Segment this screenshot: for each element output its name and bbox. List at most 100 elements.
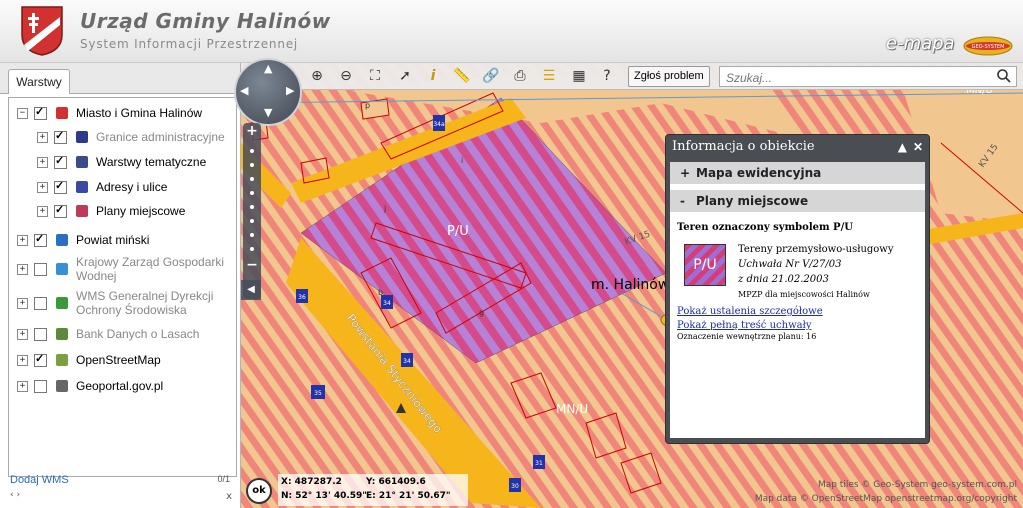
layer-row[interactable]: − Miasto i Gmina Halinów (17, 102, 226, 124)
pu-map-label: P/U (447, 224, 469, 239)
layer-checkbox[interactable] (34, 296, 47, 310)
section-mapa-ewidencyjna[interactable]: + Mapa ewidencyjna (670, 162, 925, 185)
layer-checkbox[interactable] (34, 327, 47, 341)
expand-icon[interactable]: + (17, 380, 28, 392)
coord-n: N: 52° 13' 40.59" (281, 491, 367, 501)
info-icon[interactable]: i (423, 66, 443, 86)
search-icon[interactable] (996, 68, 1012, 88)
add-wms-link[interactable]: Dodaj WMS (10, 474, 69, 486)
badge-1: 34 (383, 300, 391, 307)
layer-row[interactable]: + Adresy i ulice (37, 176, 236, 198)
geosystem-text: GEO-SYSTEM (972, 44, 1005, 50)
expand-icon[interactable]: + (37, 131, 48, 143)
layer-checkbox[interactable] (34, 105, 47, 120)
ok-button[interactable]: ok (246, 478, 272, 504)
zoom-slider[interactable]: + − (243, 123, 261, 299)
expand-icon[interactable]: + (37, 156, 48, 168)
layer-row[interactable]: + Bank Danych o Lasach (17, 323, 226, 345)
county-crest-icon (53, 231, 71, 249)
report-problem-button[interactable]: Zgłoś problem (628, 66, 710, 87)
pan-control[interactable]: ▲ ▼ ◀ ▶ (234, 58, 302, 126)
coord-e: E: 21° 21' 50.67" (366, 491, 451, 501)
expand-icon[interactable]: + (17, 234, 28, 246)
app-header: Urząd Gminy Halinów System Informacji Pr… (0, 0, 1023, 63)
layer-label: WMS Generalnej Dyrekcji Ochrony Środowis… (76, 289, 214, 317)
ruler-icon[interactable]: 📏 (452, 66, 472, 86)
pan-right-icon[interactable]: ▶ (286, 84, 294, 97)
layer-row[interactable]: + Geoportal.gov.pl (17, 375, 226, 397)
pager-label: 0/1 (217, 474, 230, 484)
expand-icon[interactable]: − (17, 107, 28, 119)
pan-up-icon[interactable]: ▲ (264, 62, 272, 75)
section-plany-miejscowe[interactable]: - Plany miejscowe (670, 190, 925, 213)
collapse-sidebar-icon[interactable]: ◀ (241, 280, 261, 300)
info-date: z dnia 21.02.2003 (738, 274, 829, 285)
zoom-minus-icon[interactable]: − (243, 257, 261, 273)
search-input[interactable] (720, 69, 982, 87)
layout-icon[interactable]: ▦ (569, 66, 589, 86)
info-resolution: Uchwała Nr V/27/03 (738, 259, 842, 270)
print-icon[interactable]: ⎙ (510, 66, 530, 86)
layer-row[interactable]: + WMS Generalnej Dyrekcji Ochrony Środowi… (17, 288, 226, 318)
zoom-in-icon[interactable]: ⊕ (307, 66, 327, 86)
tab-warstwy[interactable]: Warstwy (8, 69, 70, 94)
info-links: Pokaż ustalenia szczegółowe Pokaż pełną … (677, 305, 823, 333)
pan-left-icon[interactable]: ◀ (240, 84, 248, 97)
layer-row[interactable]: + Powiat miński (17, 229, 226, 251)
layer-checkbox[interactable] (54, 179, 67, 194)
layer-checkbox[interactable] (34, 232, 47, 247)
mnu-label: MN/U (556, 402, 588, 416)
label-p: p (365, 101, 370, 110)
collapse-up-icon[interactable]: ▲ (898, 135, 907, 159)
link-icon[interactable]: 🔗 (481, 66, 501, 86)
layer-checkbox[interactable] (54, 129, 67, 144)
layer-row[interactable]: + Granice administracyjne (37, 126, 236, 148)
collapse-sign: - (680, 194, 685, 208)
expand-icon[interactable]: + (17, 328, 28, 340)
coord-y: Y: 661409.6 (366, 477, 426, 487)
close-panel-icon[interactable]: ✕ (913, 135, 923, 159)
layer-checkbox[interactable] (54, 203, 67, 218)
forest-icon (53, 325, 71, 343)
layer-checkbox[interactable] (34, 262, 47, 276)
attribution-tiles: Map tiles © Geo-System geo-system.com.pl (817, 480, 1017, 490)
envelope-icon (73, 178, 91, 196)
layer-label: Bank Danych o Lasach (76, 327, 200, 341)
show-details-link[interactable]: Pokaż ustalenia szczegółowe (677, 305, 823, 319)
layer-row[interactable]: + Warstwy tematyczne (37, 151, 236, 173)
info-panel-header: Informacja o obiekcie ▲ ✕ (666, 135, 929, 159)
label-g: g (479, 308, 484, 317)
layers-icon[interactable]: ☰ (539, 66, 559, 86)
layer-checkbox[interactable] (54, 154, 67, 169)
label-j: j (383, 204, 386, 213)
info-details: Tereny przemysłowo-usługowy Uchwała Nr V… (738, 242, 922, 302)
label-i: i (461, 156, 463, 165)
layer-checkbox[interactable] (34, 379, 47, 393)
scroll-left-icon[interactable]: ‹ › (10, 490, 20, 500)
expand-icon[interactable]: + (17, 297, 28, 309)
expand-icon[interactable]: + (17, 263, 28, 275)
layer-row[interactable]: + OpenStreetMap (17, 349, 226, 371)
zoom-plus-icon[interactable]: + (243, 123, 261, 139)
layer-row[interactable]: + Plany miejscowe (37, 200, 236, 222)
osm-icon (53, 351, 71, 369)
show-resolution-link[interactable]: Pokaż pełną treść uchwały (677, 319, 823, 333)
coords-readout: X: 487287.2 Y: 661409.6 N: 52° 13' 40.59… (278, 474, 468, 506)
help-icon[interactable]: ? (597, 66, 617, 86)
full-extent-icon[interactable]: ⛶ (365, 66, 385, 86)
zoom-out-icon[interactable]: ⊖ (336, 66, 356, 86)
geosystem-logo: GEO-SYSTEM (963, 36, 1013, 56)
expand-icon[interactable]: + (37, 181, 48, 193)
expand-sign: + (680, 166, 691, 180)
layer-checkbox[interactable] (34, 352, 47, 367)
layer-label: Adresy i ulice (96, 180, 168, 194)
app-title: Urząd Gminy Halinów (80, 9, 331, 33)
expand-icon[interactable]: + (37, 205, 48, 217)
close-icon[interactable]: x (226, 491, 232, 502)
expand-icon[interactable]: + (17, 354, 28, 366)
badge-5: 31 (535, 460, 543, 467)
layer-row[interactable]: + Krajowy Zarząd Gospodarki Wodnej (17, 254, 226, 284)
pointer-icon[interactable]: ➚ (395, 66, 415, 86)
layer-label: Miasto i Gmina Halinów (76, 106, 203, 120)
pan-down-icon[interactable]: ▼ (264, 106, 272, 119)
